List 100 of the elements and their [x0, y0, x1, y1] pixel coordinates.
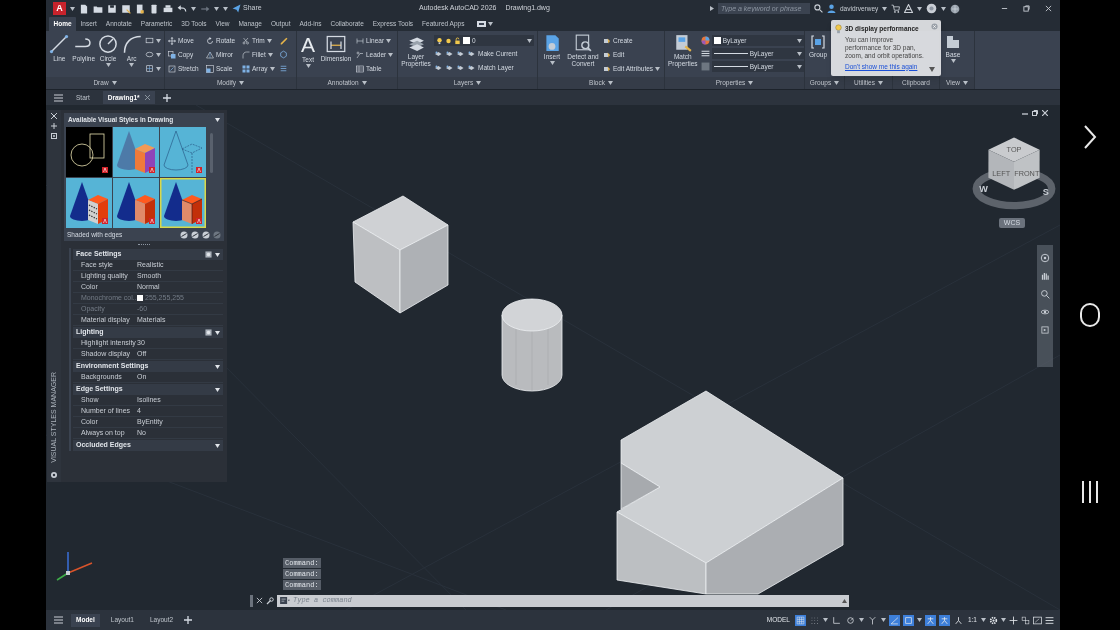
caret-icon[interactable]	[655, 67, 661, 71]
caret-icon[interactable]	[269, 67, 275, 71]
home-icon[interactable]	[1079, 302, 1101, 328]
caret-icon[interactable]	[796, 38, 802, 43]
nested-squares-icon[interactable]	[206, 65, 214, 73]
visual-style-thumbnail[interactable]	[113, 127, 159, 177]
hand-icon[interactable]	[1040, 271, 1050, 281]
caret-icon[interactable]	[950, 59, 956, 63]
cross-arrows-icon[interactable]	[168, 37, 176, 45]
caret-icon[interactable]	[607, 81, 613, 85]
caret-icon[interactable]	[267, 53, 273, 57]
squares-icon[interactable]	[1021, 615, 1030, 625]
brush-document-icon[interactable]	[673, 34, 692, 52]
document-icon[interactable]	[543, 34, 561, 52]
navigation-bar[interactable]	[1037, 245, 1053, 367]
document-icon[interactable]	[79, 3, 89, 14]
pointer-line-icon[interactable]	[356, 51, 364, 59]
restore-icon[interactable]	[1032, 110, 1038, 116]
caret-icon[interactable]	[215, 443, 220, 448]
orbit-icon[interactable]	[1040, 307, 1050, 317]
caret-icon[interactable]	[916, 618, 922, 622]
sheet-icon[interactable]	[434, 64, 442, 72]
close-icon[interactable]	[1042, 110, 1048, 116]
menu-icon[interactable]	[1045, 615, 1054, 625]
circular-arrow-icon[interactable]	[206, 37, 214, 45]
line-icon[interactable]	[49, 34, 70, 54]
caret-icon[interactable]	[487, 22, 493, 26]
caret-icon[interactable]	[215, 330, 220, 335]
light-bulb-icon[interactable]	[205, 329, 212, 336]
scissors-icon[interactable]	[242, 37, 250, 45]
sphere-icon[interactable]	[191, 230, 199, 239]
status-toggle-button[interactable]	[830, 614, 842, 626]
sphere-icon[interactable]	[202, 230, 210, 239]
status-toggle-button[interactable]	[924, 614, 936, 626]
sheet-icon[interactable]	[456, 64, 464, 72]
hatch-icon[interactable]	[145, 64, 154, 73]
caret-icon[interactable]	[981, 618, 986, 622]
sheet-icon[interactable]	[456, 50, 464, 58]
help-icon[interactable]	[926, 3, 938, 14]
caret-icon[interactable]	[388, 53, 394, 57]
save-icon[interactable]	[121, 3, 131, 14]
parallel-lines-icon[interactable]	[279, 64, 288, 73]
magnifier-document-icon[interactable]	[574, 34, 592, 52]
arc-icon[interactable]	[121, 34, 142, 54]
caret-icon[interactable]	[834, 81, 840, 85]
caret-icon[interactable]	[215, 364, 220, 369]
caret-icon[interactable]	[215, 252, 220, 257]
plus-icon[interactable]	[184, 616, 193, 624]
caret-icon[interactable]	[386, 39, 392, 43]
caret-icon[interactable]	[963, 81, 968, 85]
plus-icon[interactable]	[162, 93, 171, 102]
sphere-icon[interactable]	[180, 230, 188, 239]
caret-icon[interactable]	[796, 64, 802, 69]
app-logo[interactable]: A	[53, 2, 66, 15]
caret-icon[interactable]	[941, 6, 947, 11]
status-toggle-button[interactable]	[844, 614, 856, 626]
caret-icon[interactable]	[156, 66, 161, 71]
document-icon[interactable]	[135, 3, 145, 14]
sheet-icon[interactable]	[467, 64, 475, 72]
triangle-icon[interactable]	[904, 4, 914, 13]
triangle-icon[interactable]	[710, 6, 714, 11]
caret-icon[interactable]	[1001, 618, 1006, 622]
block-icon[interactable]	[603, 51, 611, 59]
curved-corner-icon[interactable]	[242, 51, 250, 59]
globe-icon[interactable]	[950, 3, 961, 14]
save-icon[interactable]	[107, 3, 117, 14]
status-toggle-button[interactable]	[902, 614, 914, 626]
chevron-right-icon[interactable]	[1083, 124, 1097, 150]
caret-icon[interactable]	[882, 6, 888, 11]
printer-icon[interactable]	[163, 3, 173, 14]
squares-icon[interactable]	[168, 51, 176, 59]
recent-apps-icon[interactable]	[1080, 480, 1100, 504]
cart-icon[interactable]	[891, 4, 901, 13]
caret-icon[interactable]	[796, 51, 802, 56]
close-icon[interactable]	[1045, 5, 1052, 12]
sheet-icon[interactable]	[467, 50, 475, 58]
visual-style-thumbnail[interactable]	[160, 178, 206, 228]
light-bulb-icon[interactable]	[205, 251, 212, 258]
close-icon[interactable]	[256, 597, 263, 604]
user-icon[interactable]	[827, 4, 836, 13]
caret-icon[interactable]	[129, 63, 135, 67]
sheet-icon[interactable]	[434, 50, 442, 58]
status-toggle-button[interactable]	[866, 614, 878, 626]
box-icon[interactable]	[279, 50, 288, 59]
visual-style-thumbnail[interactable]	[66, 178, 112, 228]
restore-icon[interactable]	[1023, 5, 1030, 12]
status-toggle-button[interactable]	[952, 614, 964, 626]
visual-style-thumbnail[interactable]	[113, 178, 159, 228]
caret-icon[interactable]	[877, 81, 883, 85]
tablet-icon[interactable]	[149, 3, 159, 14]
grip-handle[interactable]	[250, 594, 253, 607]
wrench-icon[interactable]	[266, 596, 274, 605]
visual-style-thumbnail[interactable]	[66, 127, 112, 177]
status-toggle-button[interactable]	[938, 614, 950, 626]
caret-icon[interactable]	[858, 618, 864, 622]
rectangle-icon[interactable]	[145, 36, 154, 45]
table-icon[interactable]	[356, 65, 364, 73]
status-toggle-button[interactable]	[888, 614, 900, 626]
caret-icon[interactable]	[549, 61, 555, 65]
bracket-box-icon[interactable]	[810, 34, 826, 50]
